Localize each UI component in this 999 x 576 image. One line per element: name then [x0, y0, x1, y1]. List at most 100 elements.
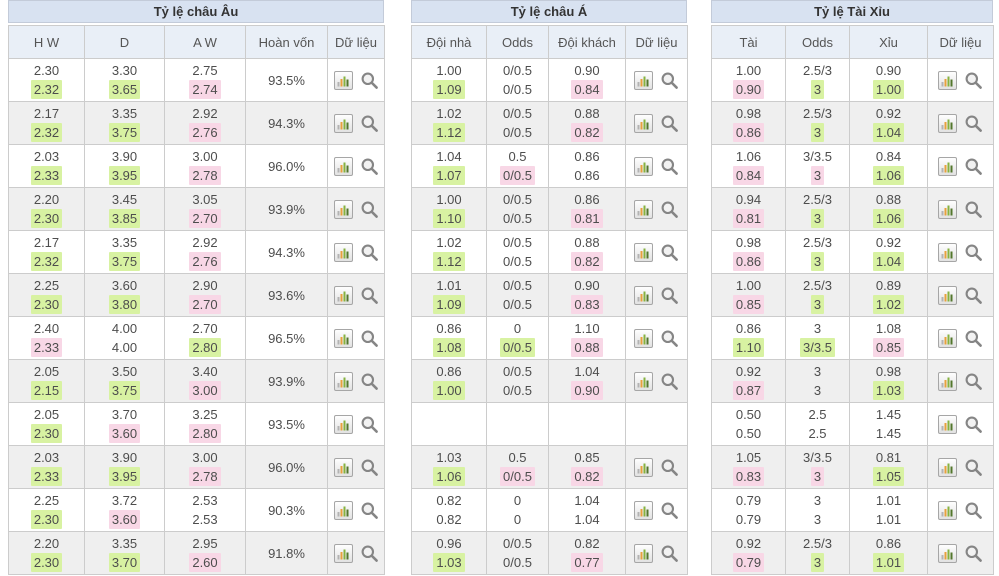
search-icon[interactable]: [660, 200, 679, 219]
search-icon[interactable]: [360, 329, 379, 348]
odds-top-value: 0.92: [735, 536, 762, 551]
odds-bottom-value: 1.45: [875, 426, 902, 441]
search-icon[interactable]: [360, 286, 379, 305]
search-icon[interactable]: [964, 114, 983, 133]
search-icon[interactable]: [964, 286, 983, 305]
odds-cell: 2.53 2.53: [164, 488, 246, 532]
odds-top-value: 0.90: [875, 63, 902, 78]
search-icon[interactable]: [964, 200, 983, 219]
bar-chart-icon[interactable]: [333, 285, 353, 305]
odds-cell: 1.03 1.06: [411, 445, 487, 489]
odds-top-value: 0.86: [436, 321, 462, 336]
bar-chart-icon[interactable]: [938, 156, 957, 176]
search-icon[interactable]: [964, 71, 983, 90]
bar-chart-icon[interactable]: [938, 199, 957, 219]
odds-top-value: 2.5/3: [803, 106, 832, 121]
odds-top-value: 1.01: [875, 493, 902, 508]
bar-chart-icon[interactable]: [938, 113, 957, 133]
bar-chart-icon[interactable]: [634, 500, 653, 520]
search-icon[interactable]: [660, 157, 679, 176]
odds-cell: 3.00 2.78: [164, 144, 246, 188]
bar-chart-icon[interactable]: [634, 328, 653, 348]
panel-over-under-odds: Tỷ lệ Tài Xỉu Tài Odds Xỉu Dữ liệu 1.00 0.90 2.…: [711, 0, 994, 575]
search-icon[interactable]: [660, 372, 679, 391]
search-icon[interactable]: [660, 458, 679, 477]
search-icon[interactable]: [360, 458, 379, 477]
odds-top-value: 1.01: [436, 278, 462, 293]
search-icon[interactable]: [360, 243, 379, 262]
bar-chart-icon[interactable]: [938, 543, 957, 563]
bar-chart-icon[interactable]: [634, 113, 653, 133]
bar-chart-icon[interactable]: [333, 543, 353, 563]
bar-chart-icon[interactable]: [333, 457, 353, 477]
odds-top-value: 0.92: [875, 106, 902, 121]
odds-cell: 2.5/3 3: [785, 187, 850, 231]
bar-chart-icon[interactable]: [634, 543, 653, 563]
odds-bottom-value: 0.83: [550, 295, 625, 314]
odds-top-value: 0/0.5: [503, 235, 532, 250]
bar-chart-icon[interactable]: [333, 113, 353, 133]
bar-chart-icon[interactable]: [634, 199, 653, 219]
bar-chart-icon[interactable]: [938, 285, 957, 305]
odds-bottom-value: 0/0.5: [503, 82, 532, 97]
bar-chart-icon[interactable]: [634, 242, 653, 262]
bar-chart-icon[interactable]: [938, 328, 957, 348]
search-icon[interactable]: [964, 372, 983, 391]
bar-chart-icon[interactable]: [634, 70, 653, 90]
bar-chart-icon[interactable]: [634, 285, 653, 305]
search-icon[interactable]: [360, 544, 379, 563]
bar-chart-icon[interactable]: [333, 414, 353, 434]
data-cell: [927, 488, 994, 532]
search-icon[interactable]: [360, 114, 379, 133]
bar-chart-icon[interactable]: [333, 199, 353, 219]
search-icon[interactable]: [360, 200, 379, 219]
search-icon[interactable]: [964, 458, 983, 477]
odds-bottom-value: 1.08: [413, 338, 486, 357]
payout-cell: 94.3%: [245, 230, 328, 274]
search-icon[interactable]: [660, 114, 679, 133]
search-icon[interactable]: [660, 501, 679, 520]
bar-chart-icon[interactable]: [634, 457, 653, 477]
bar-chart-icon[interactable]: [938, 242, 957, 262]
bar-chart-icon[interactable]: [333, 156, 353, 176]
search-icon[interactable]: [660, 329, 679, 348]
bar-chart-icon[interactable]: [333, 242, 353, 262]
search-icon[interactable]: [660, 544, 679, 563]
odds-cell: 0/0.5 0/0.5: [486, 230, 549, 274]
search-icon[interactable]: [660, 71, 679, 90]
odds-bottom-value: 2.32: [10, 123, 84, 142]
odds-row: 0.92 0.87 3 3 0.98 1.03: [711, 359, 994, 403]
bar-chart-icon[interactable]: [333, 500, 353, 520]
bar-chart-icon[interactable]: [938, 500, 957, 520]
odds-bottom-value: 0.79: [713, 553, 785, 572]
bar-chart-icon[interactable]: [938, 371, 957, 391]
odds-bottom-value: 1.07: [413, 166, 486, 185]
search-icon[interactable]: [660, 243, 679, 262]
odds-bottom-value: 0.84: [550, 80, 625, 99]
odds-top-value: 3.90: [111, 149, 138, 164]
bar-chart-icon[interactable]: [333, 371, 353, 391]
search-icon[interactable]: [964, 243, 983, 262]
search-icon[interactable]: [360, 157, 379, 176]
bar-chart-icon[interactable]: [938, 457, 957, 477]
search-icon[interactable]: [964, 329, 983, 348]
search-icon[interactable]: [964, 501, 983, 520]
search-icon[interactable]: [360, 501, 379, 520]
odds-bottom-value: 1.10: [713, 338, 785, 357]
search-icon[interactable]: [964, 157, 983, 176]
bar-chart-icon[interactable]: [333, 328, 353, 348]
data-cell: [327, 531, 385, 575]
bar-chart-icon[interactable]: [634, 371, 653, 391]
odds-top-value: 3.60: [111, 278, 138, 293]
search-icon[interactable]: [360, 415, 379, 434]
search-icon[interactable]: [360, 372, 379, 391]
bar-chart-icon[interactable]: [938, 70, 957, 90]
bar-chart-icon[interactable]: [333, 70, 353, 90]
search-icon[interactable]: [660, 286, 679, 305]
bar-chart-icon[interactable]: [634, 156, 653, 176]
search-icon[interactable]: [964, 544, 983, 563]
search-icon[interactable]: [964, 415, 983, 434]
odds-top-value: 1.00: [735, 278, 762, 293]
search-icon[interactable]: [360, 71, 379, 90]
bar-chart-icon[interactable]: [938, 414, 957, 434]
